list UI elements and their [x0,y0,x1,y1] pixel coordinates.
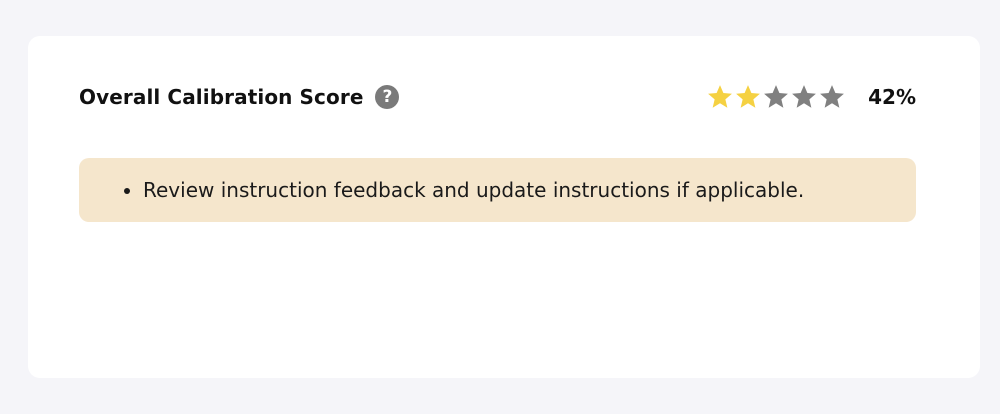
star-empty-icon [820,85,845,108]
star-filled-icon [708,85,733,108]
star-filled-icon [736,85,761,108]
score-header: Overall Calibration Score ? 42% [79,82,916,112]
calibration-score-card: Overall Calibration Score ? 42% Review i… [28,36,980,378]
score-percentage: 42% [868,85,916,109]
recommendation-item: Review instruction feedback and update i… [143,178,804,202]
star-empty-icon [764,85,789,108]
score-title: Overall Calibration Score [79,85,364,109]
title-group: Overall Calibration Score ? [79,85,400,109]
recommendation-list: Review instruction feedback and update i… [79,178,804,202]
question-circle-icon[interactable]: ? [375,85,400,109]
recommendation-notice: Review instruction feedback and update i… [79,158,916,222]
star-rating [706,83,846,111]
star-empty-icon [792,85,817,108]
rating-group: 42% [706,83,916,111]
